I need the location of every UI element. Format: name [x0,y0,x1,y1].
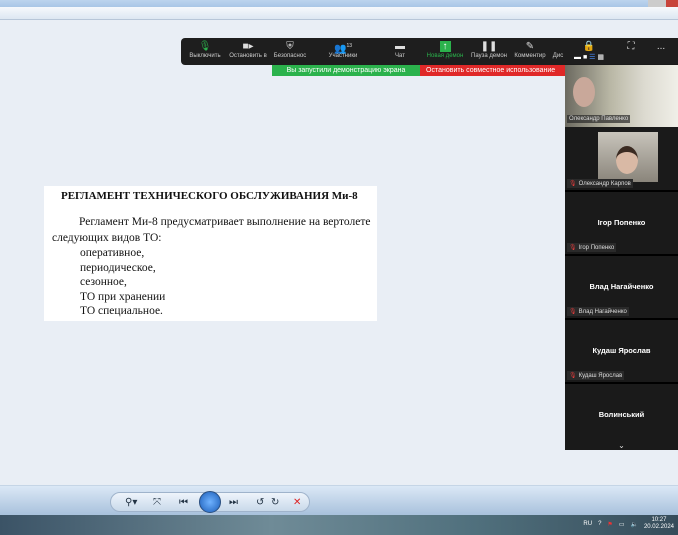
participant-tile[interactable]: Влад Нагайченко 🎙Влад Нагайченко [565,258,678,320]
actual-size-icon[interactable]: ⤧ [153,495,161,511]
document-list: оперативное, периодическое, сезонное, ТО… [80,246,165,319]
participant-tile[interactable]: Волинський ⌄ [565,386,678,450]
muted-mic-icon: 🎙 [569,373,577,379]
network-icon[interactable]: ▭ [619,521,625,528]
mute-button[interactable]: 🎙Выключить [185,40,225,63]
pencil-icon: ✎ [511,40,549,53]
annotate-button[interactable]: ✎Комментир [511,40,549,63]
list-item: сезонное, [80,275,165,290]
new-share-button[interactable]: ↑Новая демон [425,40,465,63]
muted-mic-icon: 🎙 [569,309,577,315]
chat-button[interactable]: ▬Чат [386,40,414,63]
sharing-banner: Вы запустили демонстрацию экрана [272,65,420,76]
delete-icon[interactable]: ✕ [293,495,301,511]
view-layout-buttons[interactable]: 🔒▬ ■ ☰ ▦ [569,40,609,63]
flag-icon[interactable]: ⚑ [607,521,612,528]
pause-icon: ❚❚ [469,40,509,53]
remote-control-button[interactable]: Дис [551,40,565,63]
zoom-icon[interactable]: ⚲▾ [125,495,137,511]
remote-control-icon [551,40,565,53]
help-icon[interactable]: ? [598,521,601,527]
participant-tile[interactable]: Кудаш Ярослав 🎙Кудаш Ярослав [565,322,678,384]
screen-icon: ⛶ [621,40,641,53]
clock[interactable]: 10:2720.02.2024 [644,517,674,531]
previous-icon[interactable]: ⏮ [179,495,188,511]
window-titlebar [0,0,678,7]
participant-video [598,132,658,182]
list-item: ТО специальное. [80,304,165,319]
list-item: ТО при хранении [80,290,165,305]
lock-icon: 🔒 [569,40,609,53]
list-item: оперативное, [80,246,165,261]
participant-tile[interactable]: 🎙Олександр Карпов [565,130,678,192]
document-paragraph: Регламент Ми-8 предусматривает выполнени… [52,214,372,246]
more-button[interactable]: ... [651,40,671,63]
zoom-meeting-toolbar: 🎙Выключить ■▸Остановить в ⛨Безопаснос 👥1… [181,38,678,65]
rotate-right-icon[interactable]: ↻ [271,495,279,511]
share-screen-icon: ↑ [425,40,465,53]
window-controls[interactable] [648,0,678,7]
list-item: периодическое, [80,261,165,276]
layout-icons[interactable]: ▬ ■ ☰ ▦ [569,53,609,61]
menu-bar [0,7,678,20]
scroll-down-chevron-icon[interactable]: ⌄ [565,441,678,450]
system-tray: RU ? ⚑ ▭ 🔈 10:2720.02.2024 [583,517,674,531]
rotate-left-icon[interactable]: ↺ [256,495,264,511]
security-button[interactable]: ⛨Безопаснос [272,40,308,63]
microphone-icon: 🎙 [185,40,225,53]
screen-option-button[interactable]: ⛶ [621,40,641,63]
participant-tile[interactable]: Олександр Павленко [565,65,678,127]
participant-tile[interactable]: Ігор Попенко 🎙Ігор Попенко [565,194,678,256]
stop-sharing-button[interactable]: Остановить совместное использование [420,65,565,76]
participants-panel: Олександр Павленко 🎙Олександр Карпов Іго… [565,64,678,450]
participants-count: 13 [346,43,352,49]
pause-share-button[interactable]: ❚❚Пауза демон [469,40,509,63]
video-camera-icon: ■▸ [227,40,269,53]
shield-icon: ⛨ [272,40,308,53]
viewer-toolbar [0,485,678,515]
chat-icon: ▬ [386,40,414,53]
language-indicator[interactable]: RU [583,521,592,527]
muted-mic-icon: 🎙 [569,245,577,251]
next-icon[interactable]: ⏭ [229,495,238,511]
document-title: РЕГЛАМЕНТ ТЕХНИЧЕСКОГО ОБСЛУЖИВАНИЯ Ми-8 [61,190,358,202]
muted-mic-icon: 🎙 [569,181,577,187]
volume-icon[interactable]: 🔈 [630,521,637,528]
taskbar: RU ? ⚑ ▭ 🔈 10:2720.02.2024 [0,515,678,535]
stop-video-button[interactable]: ■▸Остановить в [227,40,269,63]
document-image: РЕГЛАМЕНТ ТЕХНИЧЕСКОГО ОБСЛУЖИВАНИЯ Ми-8… [44,186,377,321]
participants-icon: 👥13 [321,40,365,53]
participants-button[interactable]: 👥13Участники [321,40,365,63]
slideshow-button[interactable] [199,491,221,513]
